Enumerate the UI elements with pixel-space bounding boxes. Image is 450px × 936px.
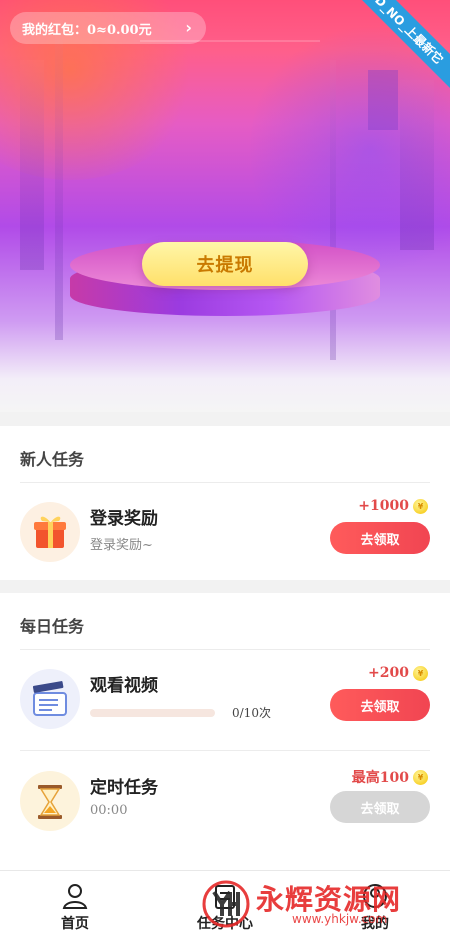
nav-label: 首页 <box>61 916 89 932</box>
task-reward: +200 ¥ <box>368 665 428 681</box>
section-title: 新人任务 <box>20 450 85 469</box>
task-timed: 定时任务 00:00 最高100 ¥ 去领取 <box>0 761 450 841</box>
nav-item-task-center[interactable]: 任务中心 <box>150 871 300 936</box>
reward-amount: +1000 <box>358 498 409 514</box>
profile-icon <box>363 884 387 908</box>
gift-icon <box>20 502 80 562</box>
task-reward: +1000 ¥ <box>358 498 428 514</box>
task-watch-video: 观看视频 0/10次 +200 ¥ 去领取 <box>0 659 450 739</box>
reward-amount: +200 <box>368 665 409 681</box>
withdraw-button[interactable]: 去提现 <box>142 242 308 286</box>
task-icon <box>215 885 235 909</box>
task-reward: 最高100 ¥ <box>352 767 428 787</box>
task-subtitle: 登录奖励~ <box>90 538 153 553</box>
hourglass-icon <box>20 771 80 831</box>
hero-banner: 我的红包：0≈0.00元 › D_NO_上最新它 去提现 <box>0 0 450 412</box>
bottom-nav: 首页 任务中心 我的 <box>0 870 450 936</box>
clapperboard-icon <box>20 669 80 729</box>
nav-label: 我的 <box>361 916 389 932</box>
task-progress-bar <box>90 709 215 717</box>
task-name: 登录奖励 <box>90 509 158 529</box>
progress-text: 0/10次 <box>232 706 271 720</box>
claim-button[interactable]: 去领取 <box>330 791 430 823</box>
nav-label: 任务中心 <box>197 916 253 932</box>
task-name: 定时任务 <box>90 778 158 798</box>
reward-amount: 最高100 <box>351 770 409 786</box>
hero-decoration <box>55 20 63 340</box>
divider <box>20 649 430 650</box>
claim-button[interactable]: 去领取 <box>330 689 430 721</box>
person-icon <box>62 884 88 909</box>
task-name: 观看视频 <box>90 676 158 696</box>
coin-icon: ¥ <box>413 769 428 785</box>
nav-item-home[interactable]: 首页 <box>0 871 150 936</box>
coin-icon: ¥ <box>413 665 428 681</box>
section-title: 每日任务 <box>20 617 85 636</box>
hero-decoration <box>20 60 44 270</box>
nav-item-mine[interactable]: 我的 <box>300 871 450 936</box>
hero-decoration <box>368 70 398 130</box>
red-packet-balance[interactable]: 我的红包：0≈0.00元 › <box>10 12 206 44</box>
red-packet-label: 我的红包：0≈0.00元 <box>22 22 152 38</box>
divider <box>20 750 430 751</box>
task-login-reward: 登录奖励 登录奖励~ +1000 ¥ 去领取 <box>0 492 450 572</box>
newbie-task-section: 新人任务 登录奖励 登录奖励~ +1000 ¥ 去领取 <box>0 426 450 580</box>
coin-icon: ¥ <box>413 498 428 514</box>
claim-button[interactable]: 去领取 <box>330 522 430 554</box>
daily-task-section: 每日任务 观看视频 0/10次 +200 ¥ 去领取 定时任务 00:00 最高… <box>0 593 450 870</box>
divider <box>20 482 430 483</box>
chevron-right-icon: › <box>185 18 192 37</box>
task-timer: 00:00 <box>90 803 128 818</box>
hero-decoration <box>400 80 434 250</box>
